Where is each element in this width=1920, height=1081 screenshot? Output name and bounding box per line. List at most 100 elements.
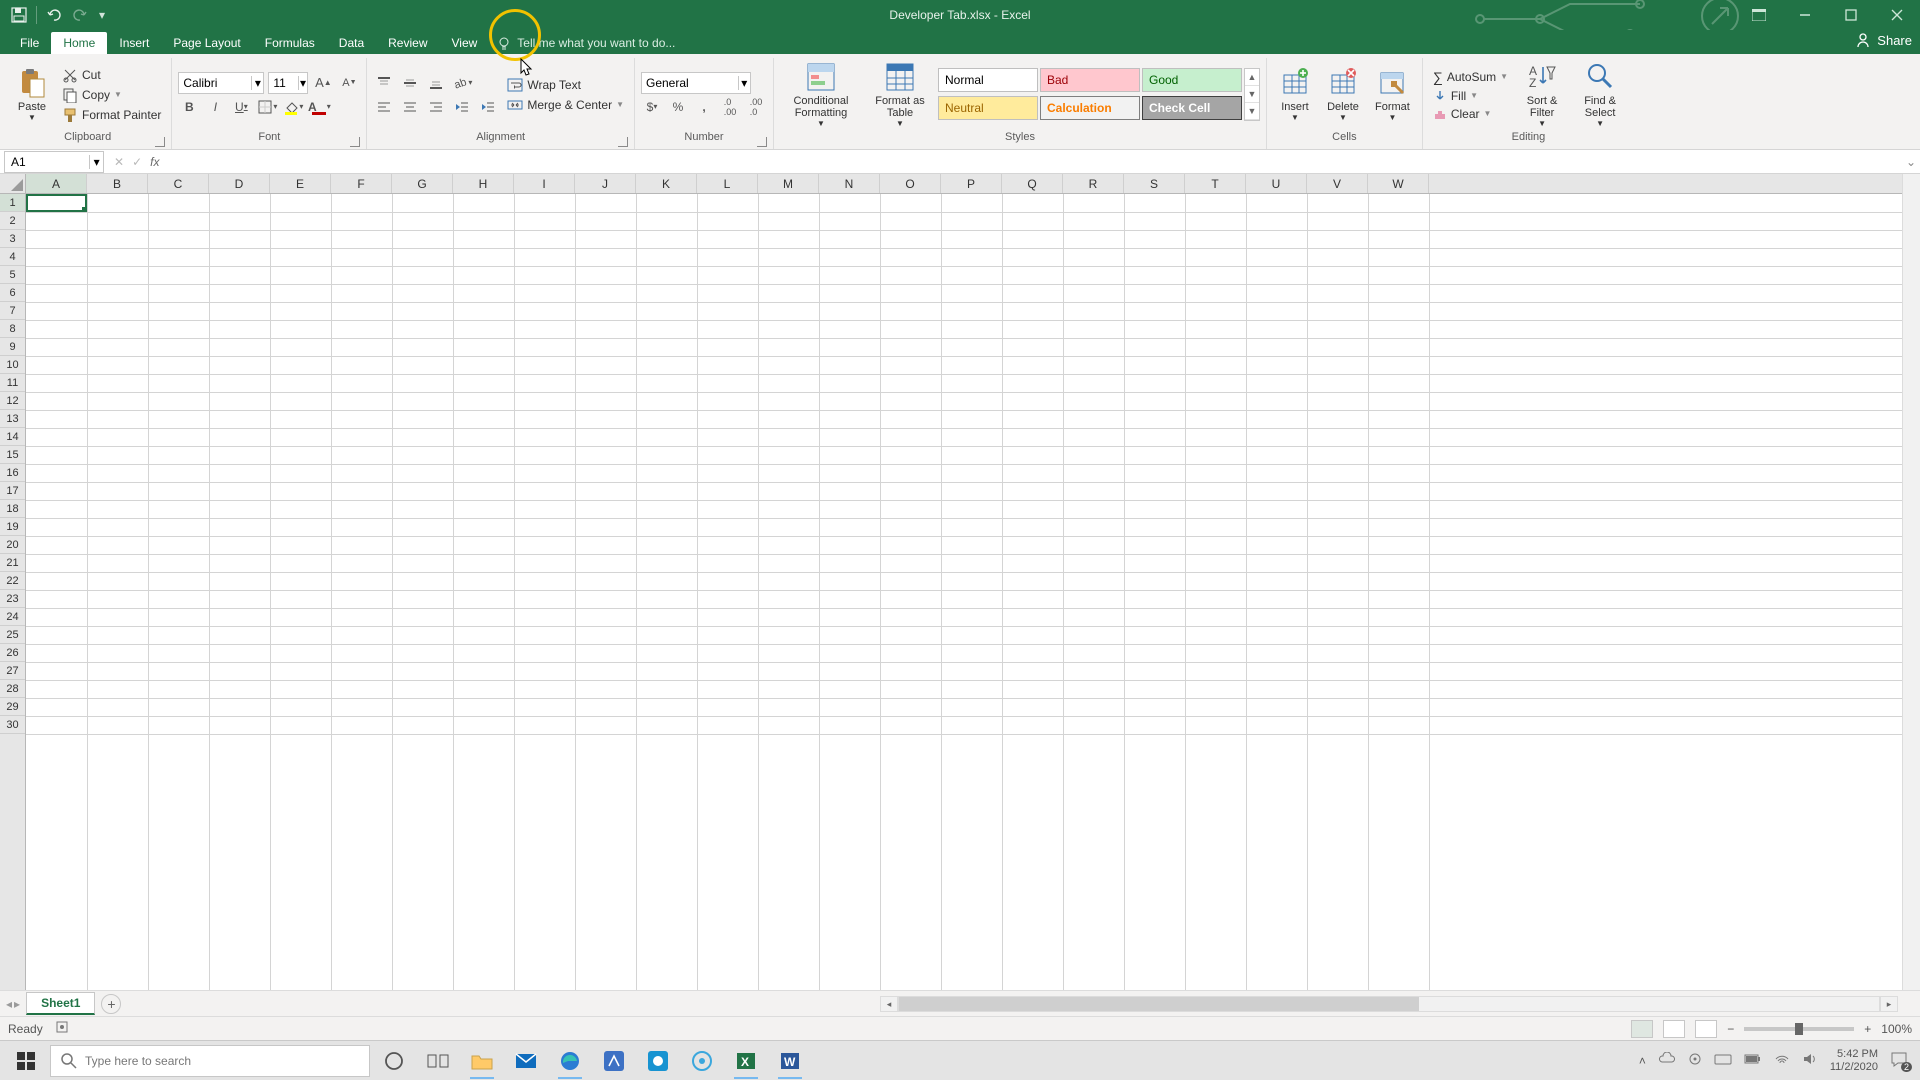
row-header[interactable]: 25 <box>0 626 25 644</box>
vertical-scrollbar[interactable] <box>1902 174 1920 990</box>
macro-record-icon[interactable] <box>55 1020 69 1037</box>
clipboard-launcher-icon[interactable] <box>155 137 165 147</box>
style-neutral[interactable]: Neutral <box>938 96 1038 120</box>
row-header[interactable]: 13 <box>0 410 25 428</box>
fill-color-icon[interactable]: ▾ <box>282 96 304 118</box>
row-header[interactable]: 2 <box>0 212 25 230</box>
row-header[interactable]: 29 <box>0 698 25 716</box>
row-header[interactable]: 24 <box>0 608 25 626</box>
mail-icon[interactable] <box>506 1041 546 1081</box>
column-header[interactable]: C <box>148 174 209 193</box>
tray-chevron-icon[interactable]: ˄ <box>1639 1054 1646 1068</box>
save-icon[interactable] <box>8 4 30 26</box>
zoom-slider[interactable] <box>1744 1027 1854 1031</box>
column-header[interactable]: W <box>1368 174 1429 193</box>
insert-cells-button[interactable]: Insert▼ <box>1273 65 1317 124</box>
row-header[interactable]: 30 <box>0 716 25 734</box>
borders-icon[interactable]: ▾ <box>256 96 278 118</box>
font-name-combo[interactable]: ▾ <box>178 72 264 94</box>
name-box[interactable]: ▾ <box>4 151 104 173</box>
start-button[interactable] <box>6 1041 46 1081</box>
task-view-icon[interactable] <box>418 1041 458 1081</box>
normal-view-icon[interactable] <box>1631 1020 1653 1038</box>
volume-icon[interactable] <box>1802 1052 1818 1069</box>
row-header[interactable]: 27 <box>0 662 25 680</box>
alignment-launcher-icon[interactable] <box>618 137 628 147</box>
file-explorer-icon[interactable] <box>462 1041 502 1081</box>
column-headers[interactable]: ABCDEFGHIJKLMNOPQRSTUVW <box>26 174 1902 194</box>
paste-button[interactable]: Paste▼ <box>10 65 54 124</box>
wrap-text-button[interactable]: Wrap Text <box>503 76 628 94</box>
column-header[interactable]: R <box>1063 174 1124 193</box>
new-sheet-button[interactable]: + <box>101 994 121 1014</box>
app-icon-3[interactable] <box>682 1041 722 1081</box>
tab-home[interactable]: Home <box>51 32 107 54</box>
column-header[interactable]: V <box>1307 174 1368 193</box>
column-header[interactable]: Q <box>1002 174 1063 193</box>
cell-styles-gallery[interactable]: NormalBadGoodNeutralCalculationCheck Cel… <box>938 68 1242 121</box>
tab-data[interactable]: Data <box>327 32 376 54</box>
number-format-combo[interactable]: ▾ <box>641 72 751 94</box>
row-header[interactable]: 4 <box>0 248 25 266</box>
tab-view[interactable]: View <box>440 32 490 54</box>
row-header[interactable]: 18 <box>0 500 25 518</box>
align-center-icon[interactable] <box>399 96 421 118</box>
row-header[interactable]: 11 <box>0 374 25 392</box>
page-layout-view-icon[interactable] <box>1663 1020 1685 1038</box>
page-break-view-icon[interactable] <box>1695 1020 1717 1038</box>
column-header[interactable]: M <box>758 174 819 193</box>
zoom-level[interactable]: 100% <box>1881 1022 1912 1036</box>
tab-review[interactable]: Review <box>376 32 439 54</box>
style-calculation[interactable]: Calculation <box>1040 96 1140 120</box>
tab-insert[interactable]: Insert <box>107 32 161 54</box>
wifi-icon[interactable] <box>1774 1052 1790 1069</box>
column-header[interactable]: J <box>575 174 636 193</box>
style-check-cell[interactable]: Check Cell <box>1142 96 1242 120</box>
sort-filter-button[interactable]: AZSort & Filter▼ <box>1516 59 1568 130</box>
column-header[interactable]: D <box>209 174 270 193</box>
copy-button[interactable]: Copy ▼ <box>58 86 165 104</box>
column-header[interactable]: E <box>270 174 331 193</box>
location-icon[interactable] <box>1688 1052 1702 1069</box>
font-size-combo[interactable]: ▾ <box>268 72 308 94</box>
row-header[interactable]: 10 <box>0 356 25 374</box>
row-header[interactable]: 3 <box>0 230 25 248</box>
align-right-icon[interactable] <box>425 96 447 118</box>
chevron-down-icon[interactable]: ▾ <box>89 155 103 169</box>
row-headers[interactable]: 1234567891011121314151617181920212223242… <box>0 194 26 990</box>
hscroll-thumb[interactable] <box>899 997 1419 1011</box>
taskbar-clock[interactable]: 5:42 PM11/2/2020 <box>1830 1048 1878 1074</box>
tab-file[interactable]: File <box>8 32 51 54</box>
percent-format-icon[interactable]: % <box>667 96 689 118</box>
horizontal-scrollbar[interactable]: ◂ ▸ <box>880 995 1898 1013</box>
styles-scroll[interactable]: ▲▼▼ <box>1244 68 1260 121</box>
column-header[interactable]: P <box>941 174 1002 193</box>
tab-formulas[interactable]: Formulas <box>253 32 327 54</box>
minimize-icon[interactable] <box>1782 0 1828 30</box>
number-launcher-icon[interactable] <box>757 137 767 147</box>
accounting-format-icon[interactable]: $▾ <box>641 96 663 118</box>
align-top-icon[interactable] <box>373 72 395 94</box>
format-painter-button[interactable]: Format Painter <box>58 106 165 124</box>
name-box-input[interactable] <box>5 155 89 169</box>
cortana-icon[interactable] <box>374 1041 414 1081</box>
row-header[interactable]: 21 <box>0 554 25 572</box>
styles-more-icon[interactable]: ▼ <box>1245 103 1259 120</box>
chevron-down-icon[interactable]: ▾ <box>738 76 750 90</box>
format-as-table-button[interactable]: Format as Table▼ <box>866 59 934 130</box>
row-header[interactable]: 26 <box>0 644 25 662</box>
row-header[interactable]: 9 <box>0 338 25 356</box>
autosum-button[interactable]: ∑ AutoSum ▼ <box>1429 68 1512 86</box>
align-middle-icon[interactable] <box>399 72 421 94</box>
row-header[interactable]: 6 <box>0 284 25 302</box>
expand-formula-bar-icon[interactable]: ⌄ <box>1902 155 1920 169</box>
fx-icon[interactable]: fx <box>148 155 165 169</box>
ribbon-display-options-icon[interactable] <box>1736 0 1782 30</box>
cancel-formula-icon[interactable]: ✕ <box>114 155 124 169</box>
number-format-input[interactable] <box>642 76 738 90</box>
merge-center-button[interactable]: Merge & Center ▼ <box>503 96 628 114</box>
onedrive-icon[interactable] <box>1658 1052 1676 1069</box>
row-header[interactable]: 7 <box>0 302 25 320</box>
chevron-down-icon[interactable]: ▾ <box>298 76 308 90</box>
row-header[interactable]: 5 <box>0 266 25 284</box>
